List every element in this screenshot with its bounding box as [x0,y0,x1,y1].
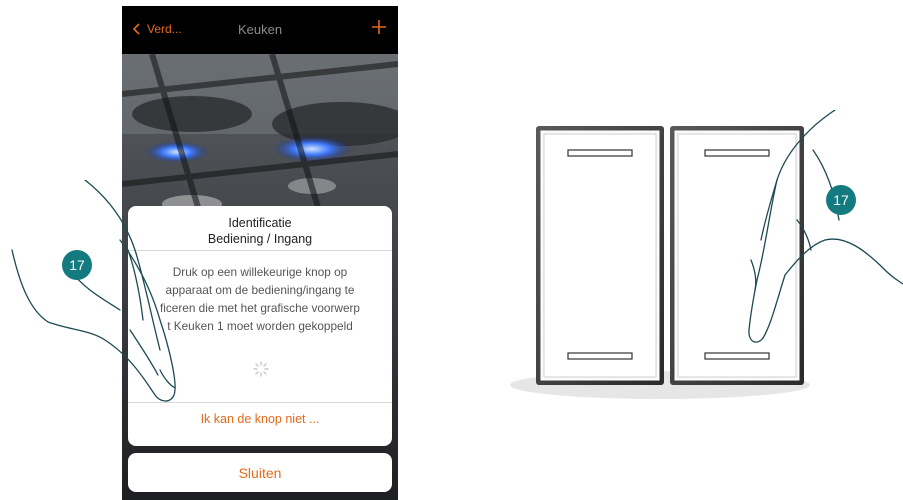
step-badge: 17 [826,185,856,215]
loading-spinner-icon [253,361,269,377]
cannot-find-button-link[interactable]: Ik kan de knop niet ... [128,412,392,426]
pointing-hand-icon [11,180,176,402]
step-badge: 17 [62,250,92,280]
navigation-bar: Verd... Keuken [122,6,398,54]
page-title: Keuken [237,22,283,37]
pointing-hand-icon [748,110,903,343]
close-button-label: Sluiten [238,464,282,481]
plus-icon[interactable] [370,18,388,36]
close-button[interactable]: Sluiten [128,453,392,492]
